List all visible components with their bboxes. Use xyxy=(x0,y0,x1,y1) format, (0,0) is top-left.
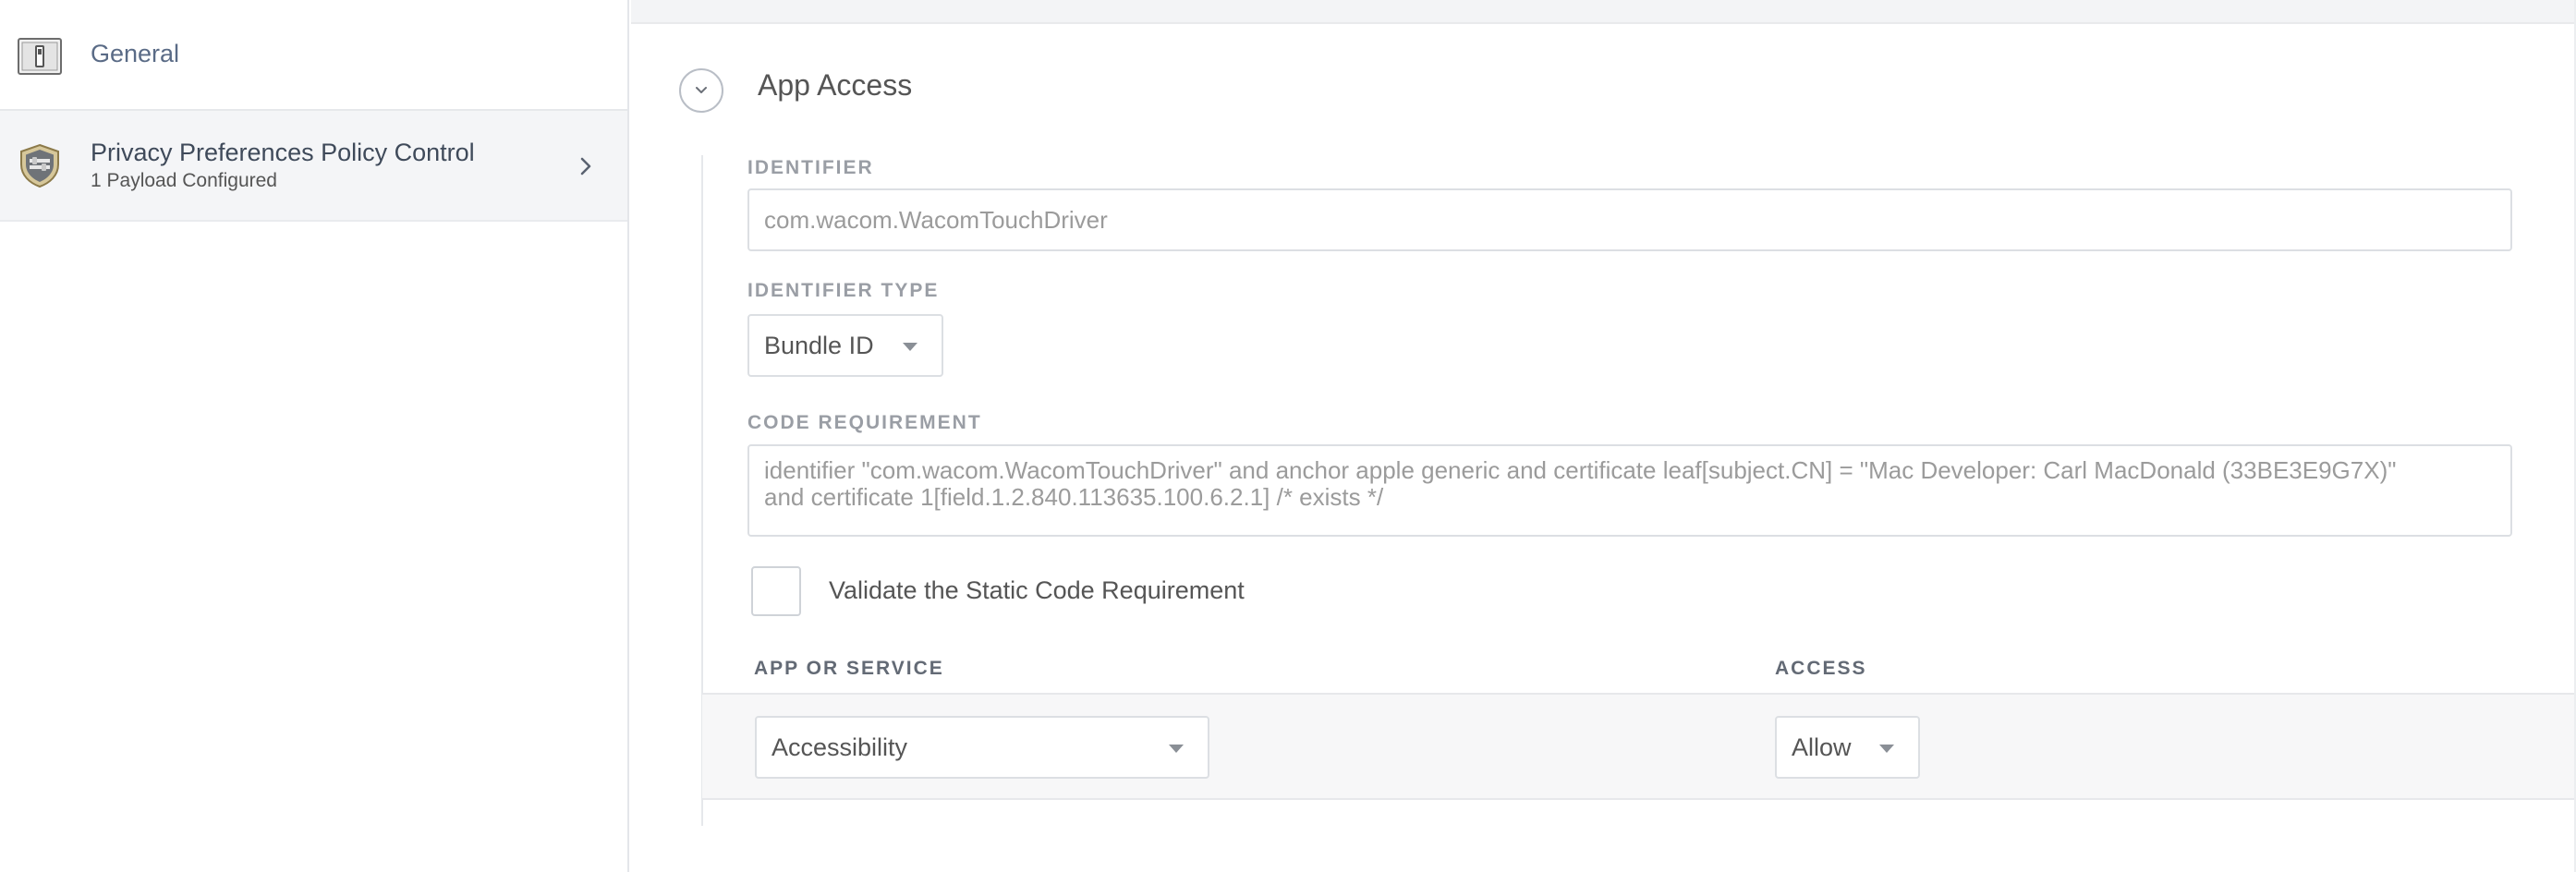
identifier-label: IDENTIFIER xyxy=(747,157,874,178)
collapse-section-button[interactable] xyxy=(679,68,723,113)
sidebar-item-sublabel: 1 Payload Configured xyxy=(91,170,277,191)
payload-editor: App Access IDENTIFIER com.wacom.WacomTou… xyxy=(631,0,2576,872)
chevron-right-icon xyxy=(580,157,591,176)
access-value: Allow xyxy=(1792,733,1852,761)
section-title: App Access xyxy=(758,68,913,102)
identifier-type-label: IDENTIFIER TYPE xyxy=(747,280,940,301)
caret-down-icon xyxy=(903,343,917,351)
sidebar-item-label: General xyxy=(91,40,180,67)
caret-down-icon xyxy=(1879,745,1894,753)
code-requirement-label: CODE REQUIREMENT xyxy=(747,412,982,433)
app-or-service-header: APP OR SERVICE xyxy=(754,658,944,679)
sidebar-item-label: Privacy Preferences Policy Control xyxy=(91,139,475,166)
access-header: ACCESS xyxy=(1775,658,1867,679)
sidebar-item-privacy-preferences[interactable]: Privacy Preferences Policy Control 1 Pay… xyxy=(0,111,627,222)
validate-static-code-label: Validate the Static Code Requirement xyxy=(829,576,1245,604)
sidebar-item-general[interactable]: General xyxy=(0,0,627,111)
sidebar: General Privacy Preferences Policy Contr… xyxy=(0,0,629,872)
caret-down-icon xyxy=(1169,745,1184,753)
general-settings-icon xyxy=(18,38,62,75)
validate-static-code-checkbox[interactable] xyxy=(751,566,801,616)
access-select[interactable]: Allow xyxy=(1775,716,1920,779)
code-requirement-textarea[interactable]: identifier "com.wacom.WacomTouchDriver" … xyxy=(747,444,2512,537)
app-or-service-value: Accessibility xyxy=(772,733,908,761)
top-band xyxy=(631,0,2576,24)
identifier-input[interactable]: com.wacom.WacomTouchDriver xyxy=(747,188,2512,251)
identifier-type-value: Bundle ID xyxy=(764,331,874,359)
identifier-type-select[interactable]: Bundle ID xyxy=(747,314,943,377)
chevron-down-icon xyxy=(696,87,707,93)
app-or-service-select[interactable]: Accessibility xyxy=(755,716,1209,779)
privacy-shield-icon xyxy=(20,143,59,188)
